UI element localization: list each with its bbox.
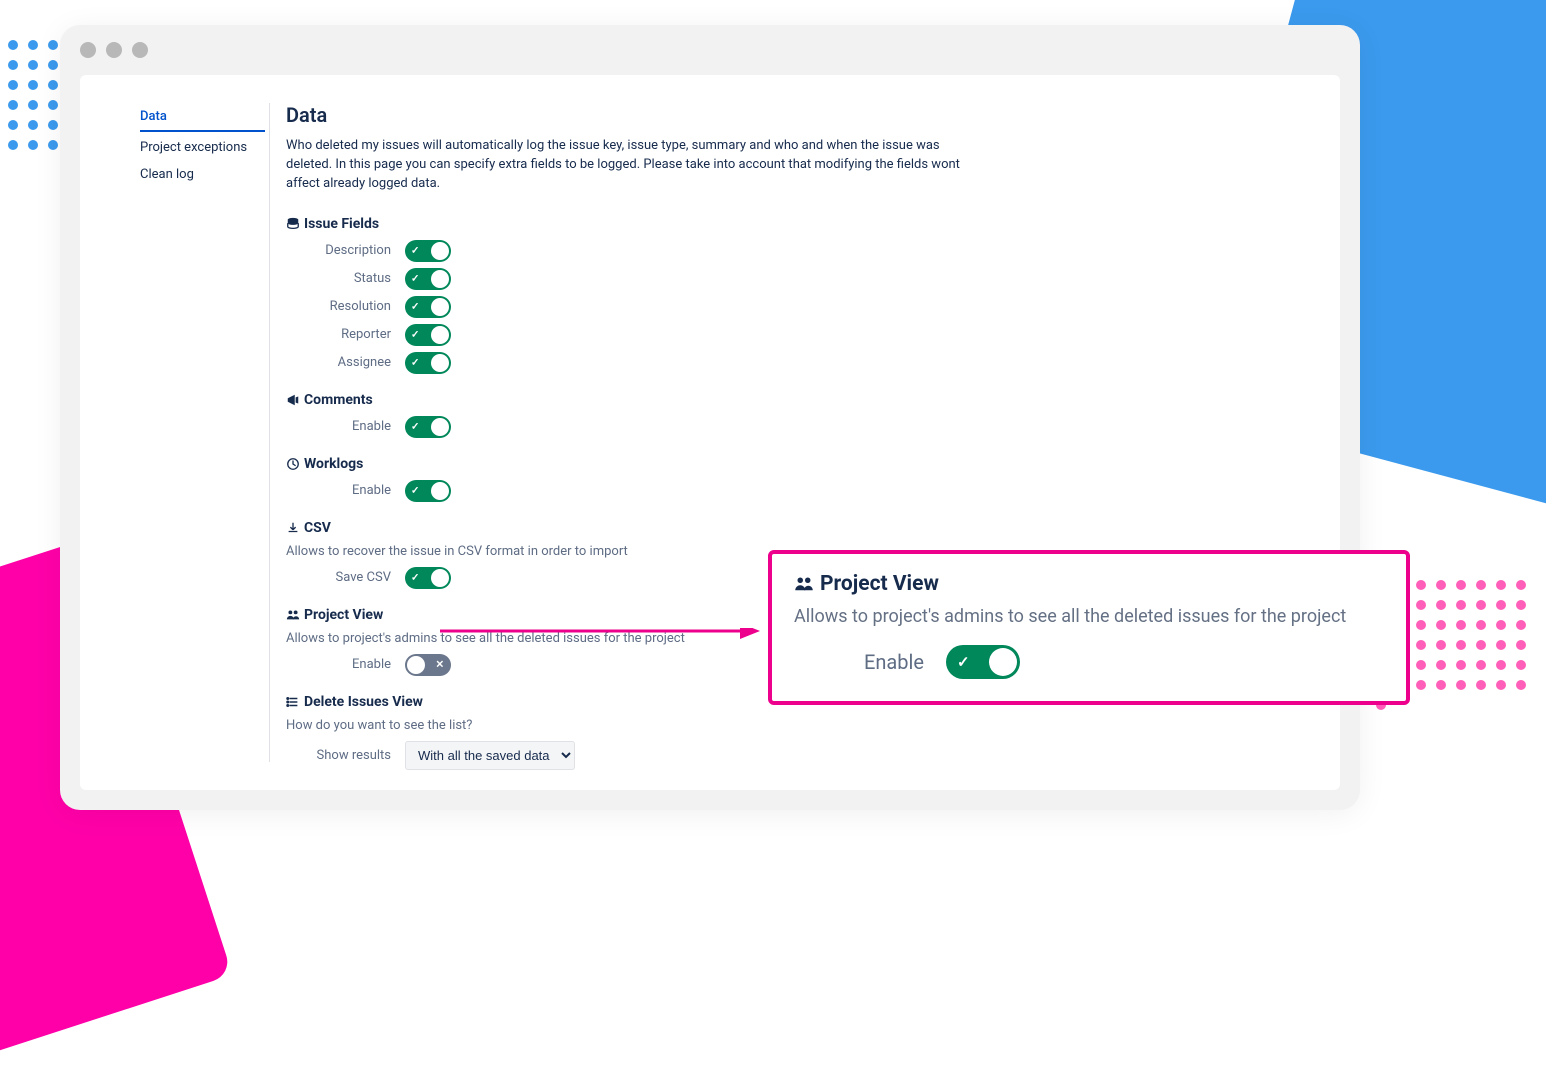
section-delete-view-title: Delete Issues View [304,694,423,710]
toggle-description[interactable]: ✓ [405,240,451,262]
toggle-project-view[interactable]: ✕ [405,654,451,676]
download-icon [286,521,300,535]
section-csv-title: CSV [304,520,331,536]
users-icon [794,574,814,594]
callout-toggle-project-view[interactable]: ✓ [946,645,1020,679]
select-show-results[interactable]: With all the saved data [405,741,575,770]
field-label-worklogs-enable: Enable [286,483,391,498]
users-icon [286,608,300,622]
section-csv-header: CSV [286,520,1280,536]
megaphone-icon [286,393,300,407]
list-icon [286,695,300,709]
field-label-status: Status [286,271,391,286]
sidebar-nav: Data Project exceptions Clean log [140,103,265,762]
callout-arrow [440,628,760,634]
toggle-worklogs[interactable]: ✓ [405,480,451,502]
field-label-save-csv: Save CSV [286,570,391,585]
callout-title: Project View [820,572,939,596]
section-comments-title: Comments [304,392,373,408]
toggle-comments[interactable]: ✓ [405,416,451,438]
database-icon [286,217,300,231]
page-description: Who deleted my issues will automatically… [286,137,986,194]
window-maximize-button[interactable] [132,42,148,58]
toggle-save-csv[interactable]: ✓ [405,567,451,589]
page-title: Data [286,103,1280,127]
field-label-resolution: Resolution [286,299,391,314]
section-comments-header: Comments [286,392,1280,408]
clock-icon [286,457,300,471]
vertical-divider [269,103,270,762]
field-label-description: Description [286,243,391,258]
toggle-status[interactable]: ✓ [405,268,451,290]
toggle-assignee[interactable]: ✓ [405,352,451,374]
callout-description: Allows to project's admins to see all th… [794,606,1384,627]
toggle-resolution[interactable]: ✓ [405,296,451,318]
field-label-reporter: Reporter [286,327,391,342]
browser-titlebar [60,25,1360,75]
sidebar-item-project-exceptions[interactable]: Project exceptions [140,134,265,161]
callout-title-row: Project View [794,572,1384,596]
callout-panel: Project View Allows to project's admins … [768,550,1410,705]
field-label-show-results: Show results [286,748,391,763]
toggle-reporter[interactable]: ✓ [405,324,451,346]
section-issue-fields-header: Issue Fields [286,216,1280,232]
field-label-comments-enable: Enable [286,419,391,434]
section-issue-fields-title: Issue Fields [304,216,379,232]
window-close-button[interactable] [80,42,96,58]
field-label-assignee: Assignee [286,355,391,370]
callout-enable-label: Enable [864,650,924,674]
section-worklogs-title: Worklogs [304,456,363,472]
field-label-project-view-enable: Enable [286,657,391,672]
window-minimize-button[interactable] [106,42,122,58]
section-worklogs-header: Worklogs [286,456,1280,472]
delete-view-question: How do you want to see the list? [286,718,1280,733]
section-project-view-title: Project View [304,607,383,623]
sidebar-item-clean-log[interactable]: Clean log [140,161,265,188]
sidebar-item-data[interactable]: Data [140,103,265,132]
